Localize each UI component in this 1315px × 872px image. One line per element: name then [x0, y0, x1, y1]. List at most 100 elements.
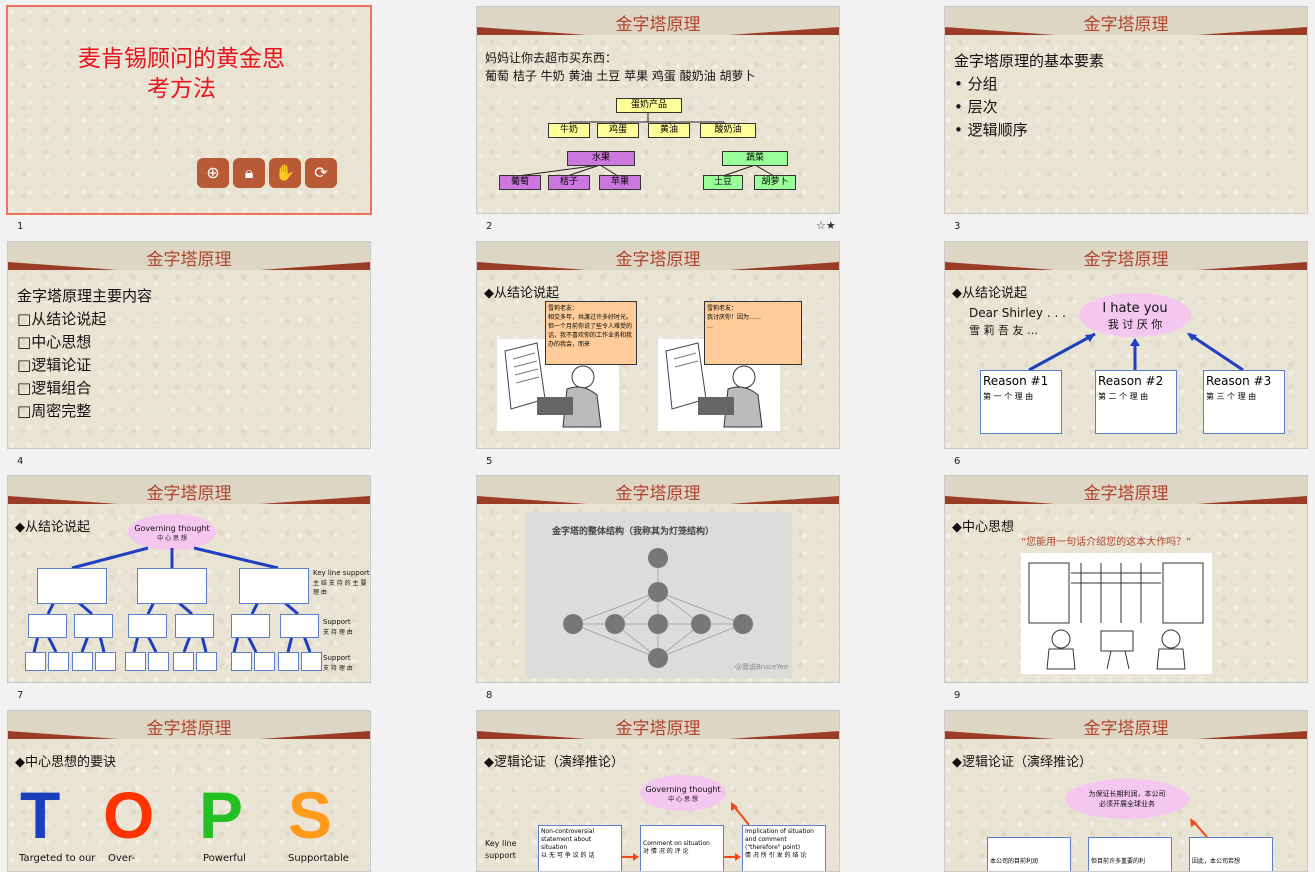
slide-number: 7 [17, 690, 24, 701]
slide-header-title: 金字塔原理 [615, 484, 701, 504]
deduction-text: Comment on situation [643, 840, 710, 847]
dairy-item: 酸奶油 [700, 123, 756, 138]
slide-header-bar: 金字塔原理 [477, 242, 839, 270]
leaf-box [278, 652, 299, 671]
body-text: 金字塔原理的基本要素 [954, 52, 1105, 70]
bullet-item: • 逻辑顺序 [954, 121, 1028, 139]
slide-1-preview[interactable]: 麦肯锡顾问的黄金思 考方法 ⊕ 🔒︎ ✋ ⟳ [6, 5, 372, 215]
tops-word: Supportable [288, 853, 349, 864]
slide-number: 4 [17, 456, 24, 467]
checkbox-item: □中心思想 [17, 333, 92, 351]
leaf-box [72, 652, 93, 671]
support-box [128, 614, 167, 638]
lock-icon[interactable]: 🔒︎ [233, 158, 265, 188]
slide-subtitle: ◆中心思想的要诀 [15, 755, 116, 770]
body-text: 金字塔原理主要内容 [17, 287, 153, 305]
leaf-box [231, 652, 252, 671]
star-icon[interactable]: ☆★ [816, 219, 836, 232]
key-line-box [37, 568, 107, 604]
bullet-item: • 层次 [954, 98, 998, 116]
slide-thumbnail-11[interactable]: 金字塔原理 ◆逻辑论证（演绎推论） Governing thought 中 心 … [476, 710, 840, 872]
fruit-item: 桔子 [548, 175, 590, 190]
leaf-box [196, 652, 217, 671]
key-line-label: support [485, 851, 516, 860]
veg-item: 胡萝卜 [754, 175, 796, 190]
lantern-diagram [563, 548, 753, 668]
fruit-item: 苹果 [599, 175, 641, 190]
reason-label: Reason #3 [1206, 374, 1272, 388]
slide-number: 1 [17, 221, 24, 232]
key-line-box [239, 568, 309, 604]
tops-letter-o: O [103, 778, 155, 852]
reason-box: Reason #3 第 三 个 理 由 [1203, 370, 1285, 434]
slide-8-preview[interactable]: 金字塔原理 金字塔的整体结构（我称其为灯笼结构） @我说BruceYee [476, 475, 840, 683]
slide-thumbnail-12[interactable]: 金字塔原理 ◆逻辑论证（演绎推论） 为保证长期利润，本公司 必须开展全球业务 本… [944, 710, 1308, 872]
leaf-box [25, 652, 46, 671]
veg-node: 蔬菜 [722, 151, 788, 166]
slide-10-preview[interactable]: 金字塔原理 ◆中心思想的要诀 T O P S Targeted to our O… [7, 710, 371, 872]
slide-thumbnail-10[interactable]: 金字塔原理 ◆中心思想的要诀 T O P S Targeted to our O… [7, 710, 371, 872]
support-label-cn: 支 持 理 由 [323, 629, 353, 636]
checkbox-item: □周密完整 [17, 402, 92, 420]
slide-thumbnail-7[interactable]: 金字塔原理 ◆从结论说起 Governing thought 中 心 思 想 K… [7, 475, 371, 705]
reason-label: Reason #2 [1098, 374, 1164, 388]
support-box [28, 614, 67, 638]
deduction-text: 本公司的目前利润 [990, 858, 1039, 865]
dairy-item: 鸡蛋 [597, 123, 639, 138]
tops-letter-t: T [20, 778, 61, 852]
slide-thumbnail-9[interactable]: 金字塔原理 ◆中心思想 “您能用一句话介绍您的这本大作吗？” 9 [944, 475, 1308, 705]
leaf-box [48, 652, 69, 671]
reason-label-cn: 第 三 个 理 由 [1206, 392, 1257, 401]
slide-thumbnail-2[interactable]: 金字塔原理 妈妈让你去超市买东西： 葡萄 桔子 牛奶 黄油 土豆 苹果 鸡蛋 酸… [476, 6, 840, 236]
tops-letter-p: P [199, 778, 244, 852]
slide-header-bar: 金字塔原理 [8, 711, 370, 739]
deduction-box: 但目前许多重要的利 [1088, 837, 1172, 871]
slide-4-preview[interactable]: 金字塔原理 金字塔原理主要内容 □从结论说起 □中心思想 □逻辑论证 □逻辑组合… [7, 241, 371, 449]
library-cartoon-image [1021, 553, 1212, 674]
leaf-box [301, 652, 322, 671]
slide-2-preview[interactable]: 金字塔原理 妈妈让你去超市买东西： 葡萄 桔子 牛奶 黄油 土豆 苹果 鸡蛋 酸… [476, 6, 840, 214]
veg-item: 土豆 [703, 175, 743, 190]
dairy-item: 黄油 [648, 123, 690, 138]
slide-thumbnail-3[interactable]: 金字塔原理 金字塔原理的基本要素 • 分组 • 层次 • 逻辑顺序 3 [944, 6, 1308, 236]
slide-thumbnail-5[interactable]: 金字塔原理 ◆从结论说起 雪莉老友： 相交多年，共渡过许多好时光。但一个月前你说… [476, 241, 840, 471]
slide-number: 5 [486, 456, 493, 467]
slide-5-preview[interactable]: 金字塔原理 ◆从结论说起 雪莉老友： 相交多年，共渡过许多好时光。但一个月前你说… [476, 241, 840, 449]
dairy-node: 蛋奶产品 [616, 98, 682, 113]
tops-word: Powerful [203, 853, 246, 864]
slide-7-preview[interactable]: 金字塔原理 ◆从结论说起 Governing thought 中 心 思 想 K… [7, 475, 371, 683]
slide-thumbnail-8[interactable]: 金字塔原理 金字塔的整体结构（我称其为灯笼结构） @我说BruceYee 8 [476, 475, 840, 705]
deduction-box: 本公司的目前利润 [987, 837, 1071, 871]
deduction-box: Comment on situation 对 情 况 的 评 论 [640, 825, 724, 871]
letter-note-long: 雪莉老友： 相交多年，共渡过许多好时光。但一个月前你说了些令人难受的话，我不喜欢… [545, 301, 637, 365]
slide-12-preview[interactable]: 金字塔原理 ◆逻辑论证（演绎推论） 为保证长期利润，本公司 必须开展全球业务 本… [944, 710, 1308, 872]
slide-6-preview[interactable]: 金字塔原理 ◆从结论说起 Dear Shirley . . . 雪 莉 吾 友 … [944, 241, 1308, 449]
slide-thumbnail-4[interactable]: 金字塔原理 金字塔原理主要内容 □从结论说起 □中心思想 □逻辑论证 □逻辑组合… [7, 241, 371, 471]
zoom-icon[interactable]: ⊕ [197, 158, 229, 188]
slide-header-title: 金字塔原理 [615, 250, 701, 270]
key-line-box [137, 568, 207, 604]
reason-box: Reason #2 第 二 个 理 由 [1095, 370, 1177, 434]
slide-header-bar: 金字塔原理 [8, 242, 370, 270]
reason-box: Reason #1 第 一 个 理 由 [980, 370, 1062, 434]
fruit-item: 葡萄 [499, 175, 541, 190]
fruit-node: 水果 [567, 151, 635, 166]
support-label-cn: 支 持 理 由 [323, 665, 353, 672]
slide-number: 8 [486, 690, 493, 701]
dairy-item: 牛奶 [548, 123, 590, 138]
slide-9-preview[interactable]: 金字塔原理 ◆中心思想 “您能用一句话介绍您的这本大作吗？” [944, 475, 1308, 683]
slide-thumbnail-6[interactable]: 金字塔原理 ◆从结论说起 Dear Shirley . . . 雪 莉 吾 友 … [944, 241, 1308, 471]
slide-subtitle: ◆从结论说起 [484, 286, 559, 301]
slide-header-title: 金字塔原理 [146, 250, 232, 270]
leaf-box [95, 652, 116, 671]
like-icon[interactable]: ✋ [269, 158, 301, 188]
key-line-label-cn: 主 结 支 持 的 主 要 理 由 [313, 580, 367, 596]
slide-thumbnail-1[interactable]: 麦肯锡顾问的黄金思 考方法 ⊕ 🔒︎ ✋ ⟳ 1 [6, 5, 372, 236]
leaf-box [148, 652, 169, 671]
refresh-icon[interactable]: ⟳ [305, 158, 337, 188]
slide-3-preview[interactable]: 金字塔原理 金字塔原理的基本要素 • 分组 • 层次 • 逻辑顺序 [944, 6, 1308, 214]
slide-11-preview[interactable]: 金字塔原理 ◆逻辑论证（演绎推论） Governing thought 中 心 … [476, 710, 840, 872]
slide-number: 3 [954, 221, 961, 232]
slide-number: 9 [954, 690, 961, 701]
reason-label-cn: 第 一 个 理 由 [983, 392, 1034, 401]
